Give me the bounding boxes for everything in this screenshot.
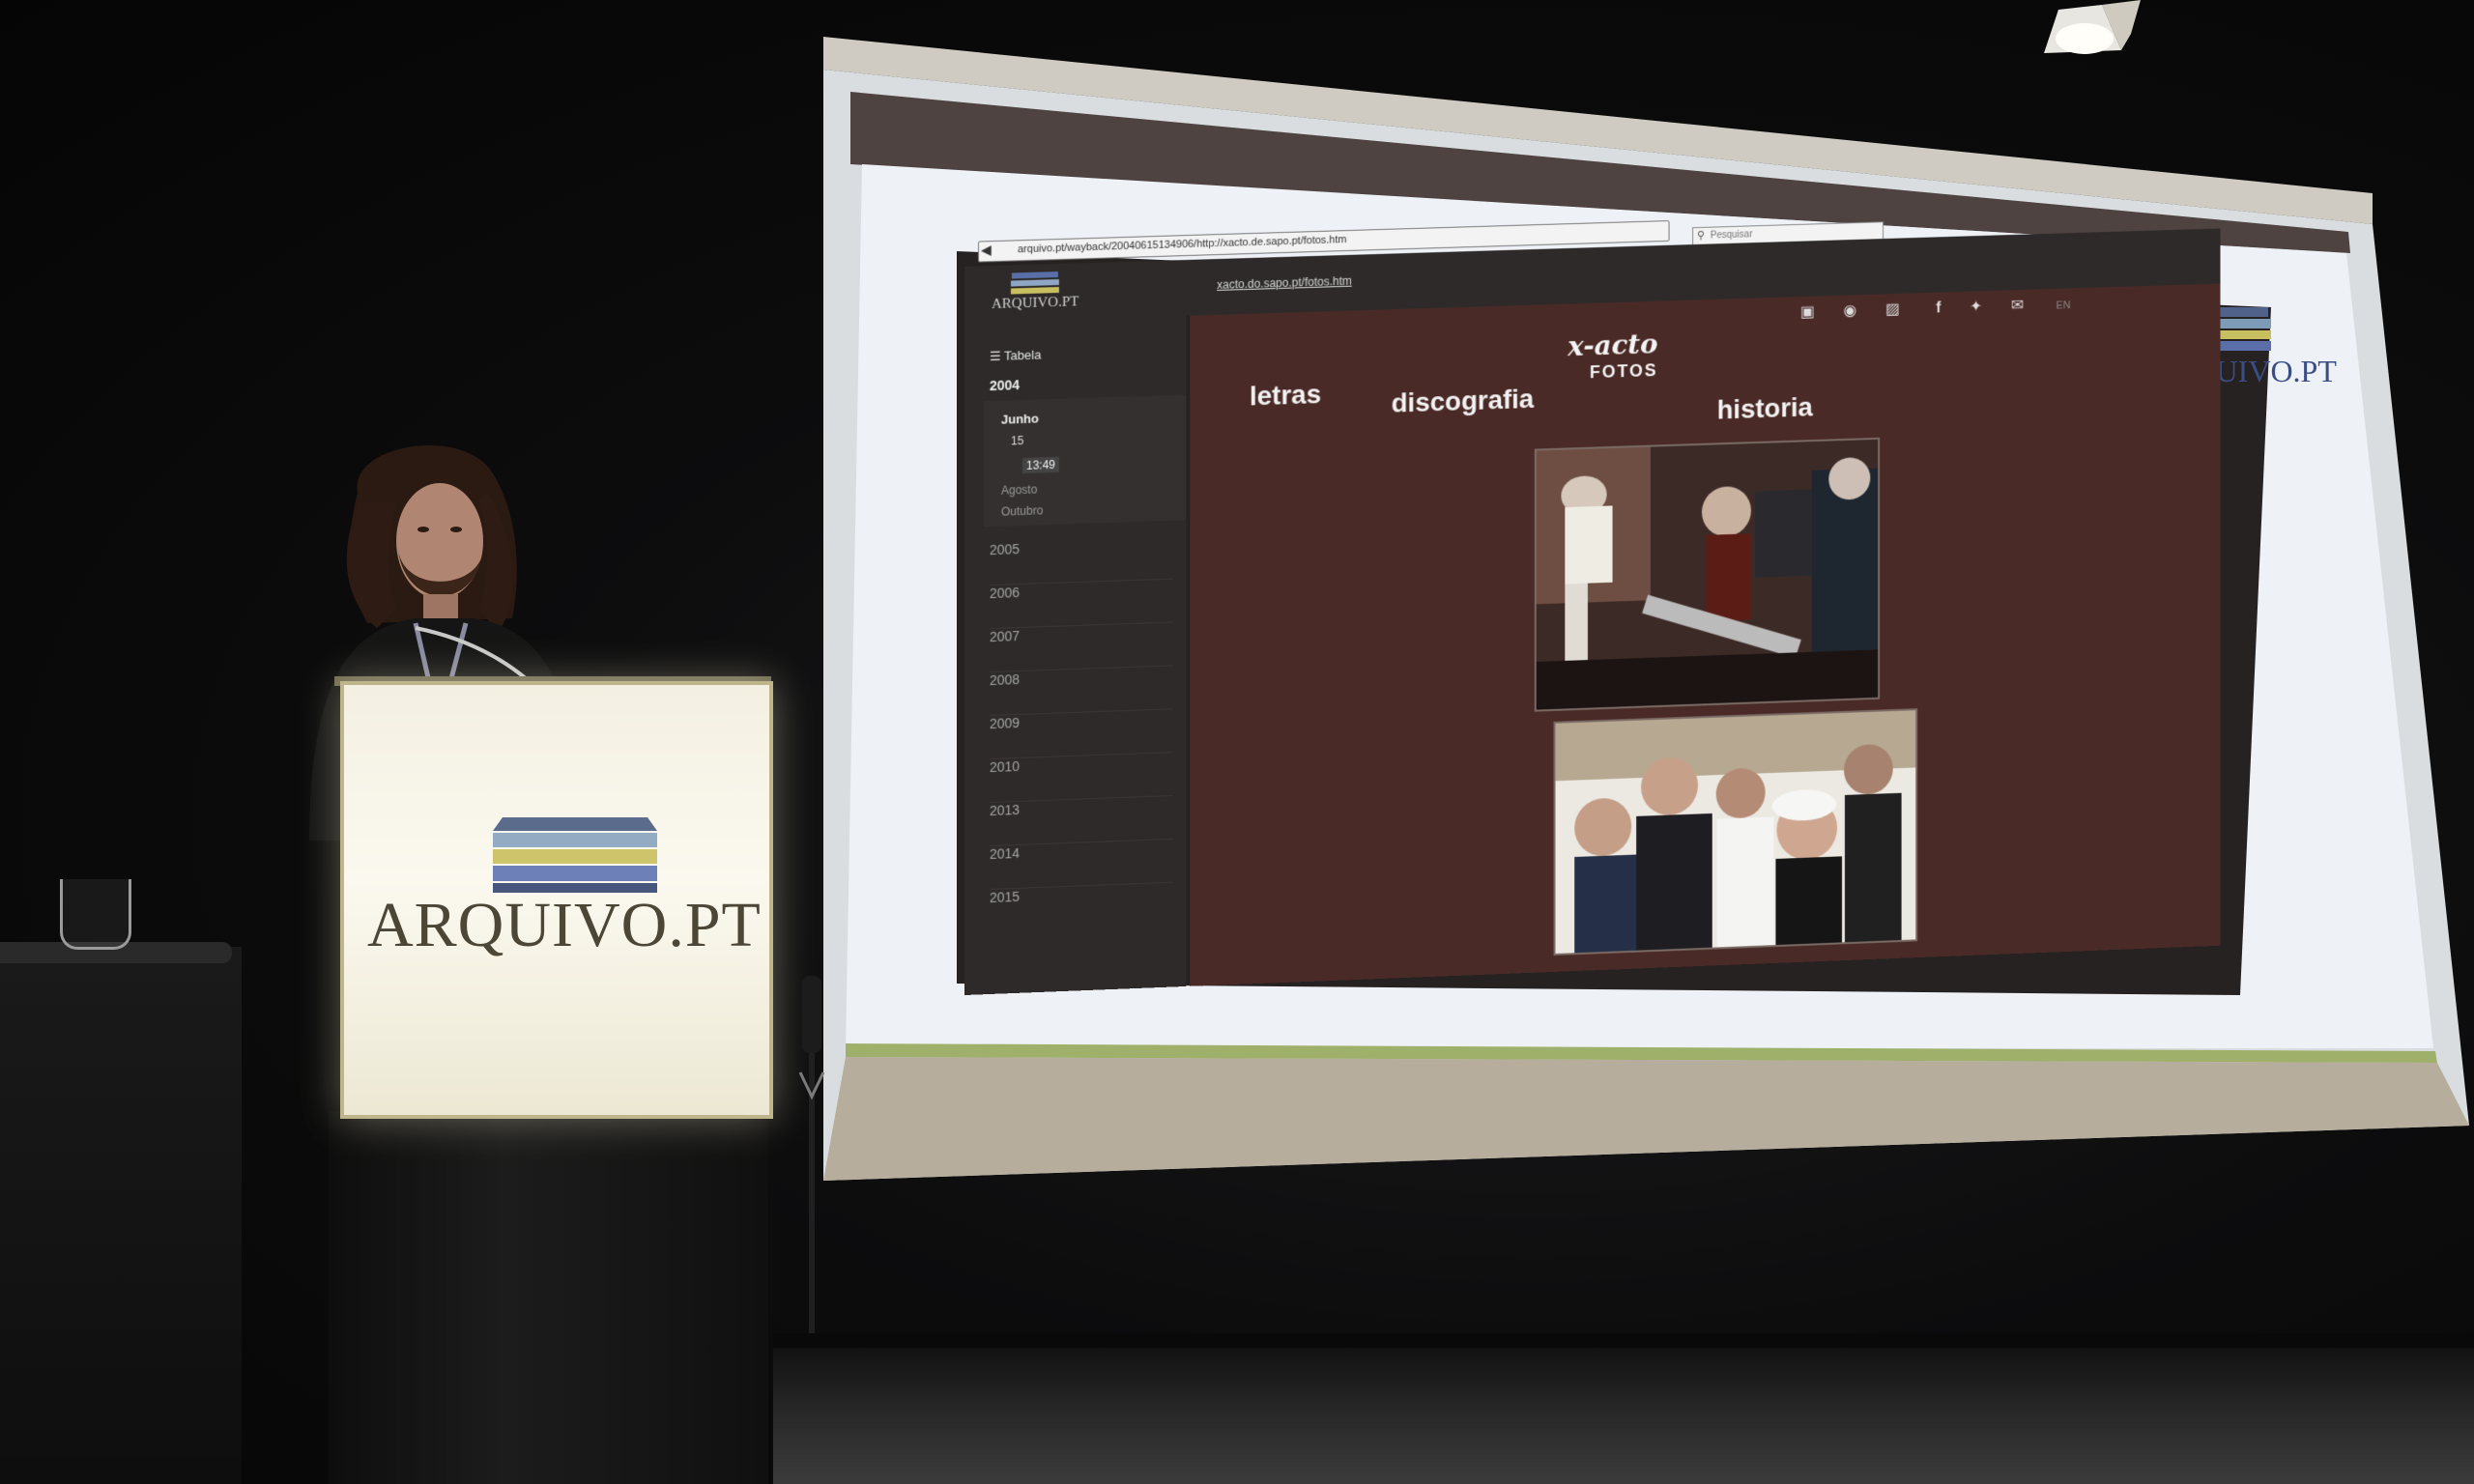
podium-logo-text: ARQUIVO.PT <box>367 890 762 960</box>
list-icon: ☰ <box>989 348 1001 364</box>
year-item[interactable]: 2010 <box>989 753 1173 804</box>
time-1349[interactable]: 13:49 <box>1021 456 1059 474</box>
side-table <box>0 947 242 1484</box>
archived-page: ▣ ◉ ▨ f ✦ ✉ EN x-acto FOTOS letras disco… <box>1190 283 2221 986</box>
stage-floor <box>773 1348 2474 1484</box>
mail-icon[interactable]: ✉ <box>2011 298 2024 314</box>
month-agosto[interactable]: Agosto <box>1001 483 1037 498</box>
archived-url-link[interactable]: xacto.do.sapo.pt/fotos.htm <box>1217 274 1352 292</box>
month-outubro[interactable]: Outubro <box>1001 503 1043 518</box>
year-item[interactable]: 2007 <box>989 622 1173 673</box>
podium-base <box>329 1111 768 1484</box>
year-item[interactable]: 2014 <box>989 839 1173 891</box>
camera-icon[interactable]: ◉ <box>1844 302 1857 319</box>
language-toggle[interactable]: EN <box>2057 300 2071 311</box>
year-item[interactable]: 2013 <box>989 796 1173 847</box>
band-photo-group[interactable] <box>1553 708 1918 956</box>
nav-letras[interactable]: letras <box>1250 379 1321 412</box>
image-icon[interactable]: ▣ <box>1800 304 1815 321</box>
band-photo-live[interactable] <box>1534 437 1881 712</box>
nav-discografia[interactable]: discografia <box>1392 384 1535 419</box>
print-icon[interactable]: ▨ <box>1885 301 1900 318</box>
year-item[interactable]: 2006 <box>989 579 1173 630</box>
year-list: 2005 2006 2007 2008 2009 2010 2013 2014 … <box>989 535 1173 932</box>
archive-sidebar: ARQUIVO.PT ☰ Tabela 2004 Junho 15 13:49 … <box>964 260 1187 995</box>
back-icon[interactable]: ◀ <box>981 242 992 258</box>
facebook-icon[interactable]: f <box>1936 300 1941 316</box>
year-item[interactable]: 2005 <box>989 535 1173 586</box>
sidebar-logo: ARQUIVO.PT <box>992 271 1079 313</box>
year-item[interactable]: 2015 <box>990 883 1172 932</box>
toolbar-icons: ▣ ◉ ▨ f ✦ ✉ EN <box>1800 294 2070 322</box>
browser-window: ◀ arquivo.pt/wayback/20040615134906/http… <box>964 194 2221 995</box>
tab-tabela[interactable]: ☰ Tabela <box>990 348 1041 365</box>
search-placeholder: Pesquisar <box>1710 229 1753 242</box>
day-15[interactable]: 15 <box>1011 434 1023 447</box>
nav-historia[interactable]: historia <box>1717 392 1813 426</box>
url-text[interactable]: arquivo.pt/wayback/20040615134906/http:/… <box>1018 234 1347 255</box>
site-logo: x-acto <box>1568 328 1658 363</box>
twitter-icon[interactable]: ✦ <box>1970 299 1982 315</box>
year-selected[interactable]: 2004 <box>990 377 1020 393</box>
year-item[interactable]: 2008 <box>989 666 1173 717</box>
month-junho[interactable]: Junho <box>1001 412 1039 427</box>
water-glass <box>60 879 131 950</box>
search-icon: ⚲ <box>1697 229 1705 242</box>
year-item[interactable]: 2009 <box>989 709 1173 760</box>
site-subtitle: FOTOS <box>1589 360 1658 383</box>
